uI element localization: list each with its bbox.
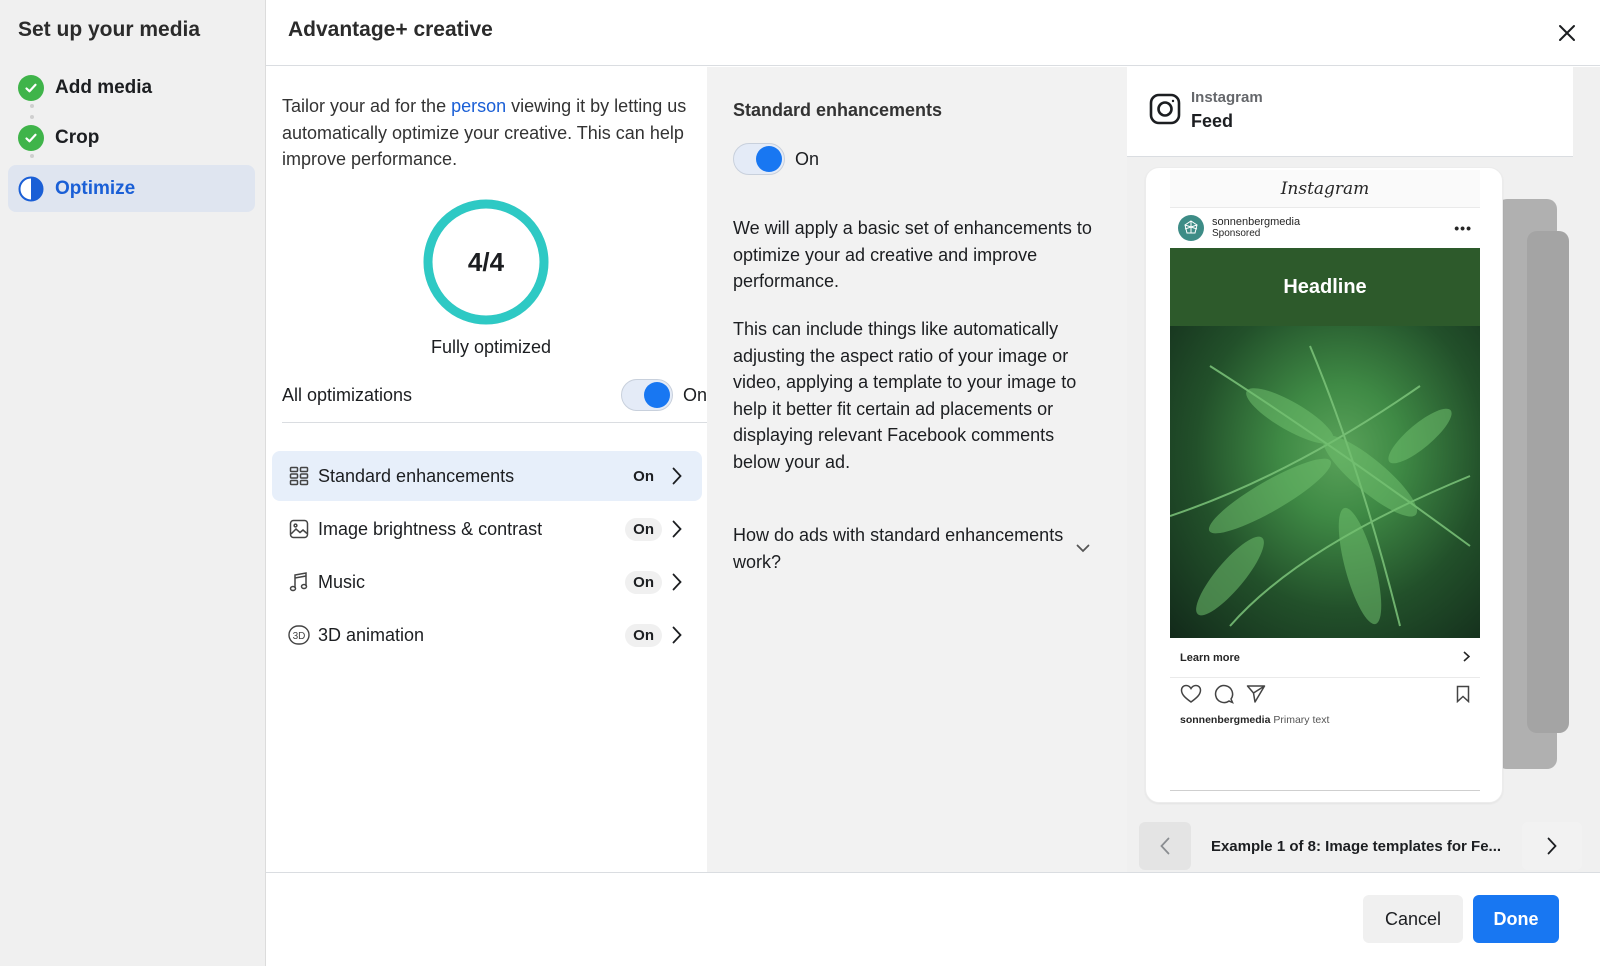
option-status-badge: On — [625, 623, 662, 647]
option-image-brightness-contrast[interactable]: Image brightness & contrast On — [272, 504, 702, 554]
option-status-badge: On — [625, 570, 662, 594]
placement-header: Instagram Feed — [1127, 67, 1573, 157]
dialog-header: Advantage+ creative — [266, 0, 1600, 66]
mockup-bottom-line — [1170, 790, 1480, 791]
account-avatar — [1178, 215, 1204, 241]
learn-more-cta[interactable]: Learn more — [1170, 638, 1480, 678]
post-actions — [1170, 680, 1480, 712]
previous-example-button[interactable] — [1139, 822, 1191, 870]
more-options-icon: ••• — [1454, 220, 1472, 236]
option-label: 3D animation — [318, 624, 425, 645]
caption-user: sonnenbergmedia — [1180, 714, 1271, 726]
standard-enhancements-toggle[interactable] — [733, 143, 785, 175]
option-label: Image brightness & contrast — [318, 518, 543, 539]
step-label: Crop — [55, 126, 100, 148]
music-note-icon — [288, 571, 310, 593]
instagram-wordmark: Instagram — [1170, 170, 1480, 208]
all-optimizations-toggle[interactable] — [620, 379, 673, 411]
toggle-knob — [643, 382, 670, 408]
dialog-title: Advantage+ creative — [288, 18, 493, 41]
all-optimizations-label: All optimizations — [282, 384, 413, 405]
grid-icon — [288, 465, 310, 487]
option-3d-animation[interactable]: 3D 3D animation On — [272, 610, 702, 660]
creative-headline: Headline — [1170, 248, 1480, 326]
faq-question: How do ads with standard enhancements wo… — [733, 525, 1064, 572]
option-standard-enhancements[interactable]: Standard enhancements On — [272, 451, 702, 501]
steps-sidebar: Set up your media Add media Crop Optimiz… — [0, 0, 265, 966]
placement-platform: Instagram — [1191, 89, 1263, 106]
close-button[interactable] — [1552, 18, 1582, 48]
comment-icon — [1214, 684, 1234, 709]
sponsored-label: Sponsored — [1212, 228, 1261, 239]
advantage-creative-dialog: Advantage+ creative Tailor your ad for t… — [265, 0, 1600, 966]
option-status-badge: On — [633, 467, 654, 485]
divider — [282, 422, 707, 423]
svg-text:3D: 3D — [293, 631, 306, 642]
all-optimizations-row: All optimizations On — [282, 373, 707, 417]
step-crop[interactable]: Crop — [8, 114, 255, 161]
instagram-icon — [1149, 93, 1181, 125]
3d-icon: 3D — [288, 624, 310, 646]
detail-paragraph: This can include things like automatical… — [733, 319, 1077, 472]
placement-name: Feed — [1191, 111, 1234, 131]
step-label: Optimize — [55, 177, 136, 199]
option-music[interactable]: Music On — [272, 557, 702, 607]
step-label: Add media — [55, 76, 153, 98]
dialog-footer: Cancel Done — [266, 872, 1600, 966]
post-caption: sonnenbergmedia Primary text — [1180, 714, 1329, 726]
optimization-overview: Tailor your ad for the person viewing it… — [266, 67, 716, 889]
option-label: Standard enhancements — [318, 465, 515, 486]
ad-preview-panel: Instagram Feed Instagram sonnenbergmedia… — [1127, 67, 1600, 872]
next-example-button[interactable] — [1522, 822, 1582, 870]
check-circle-icon — [18, 74, 44, 101]
chevron-left-icon — [1160, 837, 1170, 855]
post-header: sonnenbergmedia Sponsored ••• — [1170, 208, 1480, 248]
person-link[interactable]: person — [451, 96, 506, 116]
chevron-right-icon — [668, 467, 686, 485]
intro-text: Tailor your ad for the person viewing it… — [282, 93, 702, 173]
chevron-right-icon — [1547, 837, 1557, 855]
close-icon — [1559, 25, 1575, 41]
faq-accordion[interactable]: How do ads with standard enhancements wo… — [733, 522, 1093, 575]
toggle-knob — [756, 146, 782, 172]
detail-toggle-row: On — [733, 143, 819, 175]
example-counter: Example 1 of 8: Image templates for Fe..… — [1202, 832, 1510, 860]
image-icon — [288, 518, 310, 540]
account-name: sonnenbergmedia — [1212, 216, 1301, 228]
option-status-badge: On — [625, 517, 662, 541]
detail-toggle-state: On — [795, 148, 820, 169]
intro-text-start: Tailor your ad for the — [282, 96, 452, 116]
preview-area: Instagram Feed Instagram sonnenbergmedia… — [1127, 67, 1573, 872]
share-icon — [1246, 684, 1266, 709]
detail-title: Standard enhancements — [733, 100, 943, 120]
chevron-right-icon — [1463, 649, 1471, 667]
cancel-button[interactable]: Cancel — [1363, 895, 1463, 943]
optimization-score-ring: 4/4 — [421, 197, 551, 327]
caption-text: Primary text — [1273, 714, 1330, 726]
step-optimize[interactable]: Optimize — [8, 165, 255, 212]
half-circle-progress-icon — [18, 176, 44, 202]
chevron-right-icon — [668, 520, 686, 538]
instagram-feed-mockup: Instagram sonnenbergmedia Sponsored ••• … — [1145, 167, 1503, 803]
enhancement-detail-panel: Standard enhancements On We will apply a… — [707, 67, 1127, 872]
chevron-down-icon — [1073, 544, 1093, 553]
ad-creative: Headline — [1170, 248, 1480, 638]
heart-icon — [1180, 684, 1202, 709]
steps-title: Set up your media — [18, 18, 201, 41]
chevron-right-icon — [668, 626, 686, 644]
check-circle-icon — [18, 124, 44, 151]
cta-label: Learn more — [1180, 651, 1240, 664]
fern-image — [1170, 326, 1480, 638]
done-button[interactable]: Done — [1473, 895, 1559, 943]
detail-paragraph: We will apply a basic set of enhancement… — [733, 218, 1092, 291]
all-optimizations-state: On — [682, 384, 707, 405]
step-add-media[interactable]: Add media — [8, 64, 255, 111]
score-caption: Fully optimized — [430, 337, 552, 357]
score-label: 4/4 — [467, 246, 505, 277]
post-user-info: sonnenbergmedia Sponsored — [1212, 216, 1300, 240]
chevron-right-icon — [668, 573, 686, 591]
option-label: Music — [318, 571, 366, 592]
bookmark-icon — [1456, 685, 1470, 708]
optimization-list: Standard enhancements On Image brightnes… — [272, 451, 702, 663]
